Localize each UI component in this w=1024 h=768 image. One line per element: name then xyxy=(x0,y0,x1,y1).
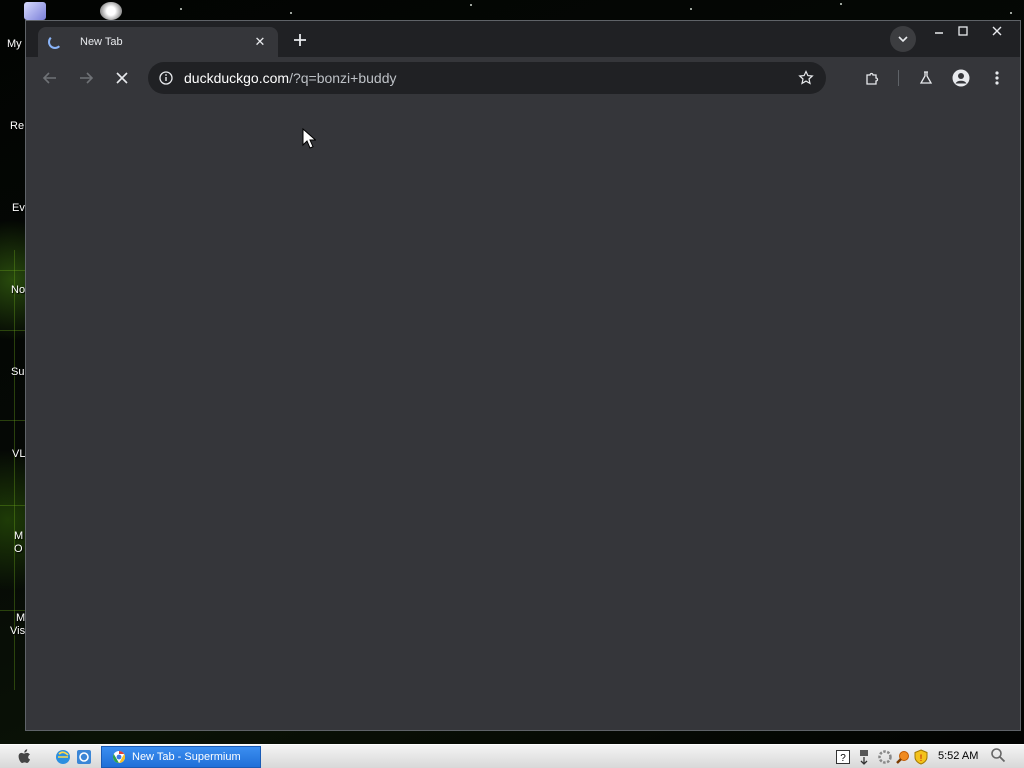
star xyxy=(690,8,692,10)
arrow-right-icon xyxy=(80,72,94,84)
menu-button[interactable] xyxy=(985,66,1009,90)
flask-icon xyxy=(919,71,933,84)
tab-new-tab[interactable]: New Tab ✕ xyxy=(38,27,278,57)
bookmark-star-icon[interactable] xyxy=(798,70,814,86)
supermium-icon xyxy=(112,751,126,763)
internet-explorer-icon[interactable] xyxy=(54,748,72,766)
browser-quicklaunch-icon[interactable] xyxy=(75,748,93,766)
site-info-icon[interactable] xyxy=(158,70,174,86)
search-tray-icon[interactable] xyxy=(895,749,911,765)
star xyxy=(1010,12,1012,14)
grid-line xyxy=(0,610,25,611)
apple-logo-icon xyxy=(18,749,30,763)
stop-loading-button[interactable] xyxy=(110,66,134,90)
taskbar-button-supermium[interactable]: New Tab - Supermium xyxy=(101,746,261,768)
desktop-folder-icon[interactable] xyxy=(24,2,46,20)
browser-window: New Tab ✕ duckduckgo.com/?q=bonzi+buddy xyxy=(25,20,1021,731)
star xyxy=(470,4,472,6)
tab-strip: New Tab ✕ xyxy=(26,21,1020,57)
profile-button[interactable] xyxy=(949,66,973,90)
svg-text:?: ? xyxy=(840,753,846,764)
help-icon[interactable]: ? xyxy=(835,749,851,765)
arrow-left-icon xyxy=(42,72,56,84)
labs-button[interactable] xyxy=(914,66,938,90)
puzzle-icon xyxy=(866,72,879,85)
address-bar[interactable]: duckduckgo.com/?q=bonzi+buddy xyxy=(148,62,826,94)
minimize-icon xyxy=(935,32,943,34)
loading-spinner-icon xyxy=(48,35,62,49)
tab-close-icon[interactable]: ✕ xyxy=(252,34,268,50)
page-content-area[interactable] xyxy=(26,99,1020,730)
chevron-down-icon xyxy=(898,36,908,43)
svg-text:!: ! xyxy=(920,753,923,763)
extensions-button[interactable] xyxy=(860,66,884,90)
search-icon[interactable] xyxy=(990,747,1006,763)
browser-toolbar: duckduckgo.com/?q=bonzi+buddy xyxy=(26,57,1020,99)
url-path: /?q=bonzi+buddy xyxy=(289,70,397,86)
forward-button[interactable] xyxy=(74,66,98,90)
url-host: duckduckgo.com xyxy=(184,70,290,86)
close-icon xyxy=(116,72,128,84)
grid-line xyxy=(0,270,25,271)
taskbar-button-label: New Tab - Supermium xyxy=(132,751,241,763)
toolbar-separator xyxy=(898,70,899,86)
mouse-cursor-icon xyxy=(302,128,316,149)
new-tab-button[interactable] xyxy=(288,28,312,52)
security-shield-icon[interactable]: ! xyxy=(913,749,929,765)
tab-title: New Tab xyxy=(80,36,123,48)
grid-line xyxy=(0,420,25,421)
taskbar: New Tab - Supermium ? ! 5:52 AM xyxy=(0,744,1024,768)
tab-search-button[interactable] xyxy=(890,26,916,52)
star xyxy=(840,3,842,5)
star xyxy=(180,8,182,10)
start-button[interactable] xyxy=(16,748,38,766)
maximize-button[interactable] xyxy=(948,21,978,41)
network-icon[interactable] xyxy=(857,749,873,765)
star xyxy=(290,12,292,14)
close-window-button[interactable] xyxy=(982,21,1012,41)
plus-icon xyxy=(294,34,306,46)
close-icon xyxy=(992,26,1002,36)
grid-line xyxy=(0,330,25,331)
grid-line xyxy=(0,505,25,506)
media-player-icon[interactable] xyxy=(100,2,122,20)
maximize-icon xyxy=(958,26,968,36)
kebab-menu-icon xyxy=(995,71,999,85)
system-clock[interactable]: 5:52 AM xyxy=(938,750,978,762)
back-button[interactable] xyxy=(38,66,62,90)
url-text[interactable]: duckduckgo.com/?q=bonzi+buddy xyxy=(184,70,798,86)
avatar-icon xyxy=(952,69,970,87)
settings-tray-icon[interactable] xyxy=(877,749,893,765)
